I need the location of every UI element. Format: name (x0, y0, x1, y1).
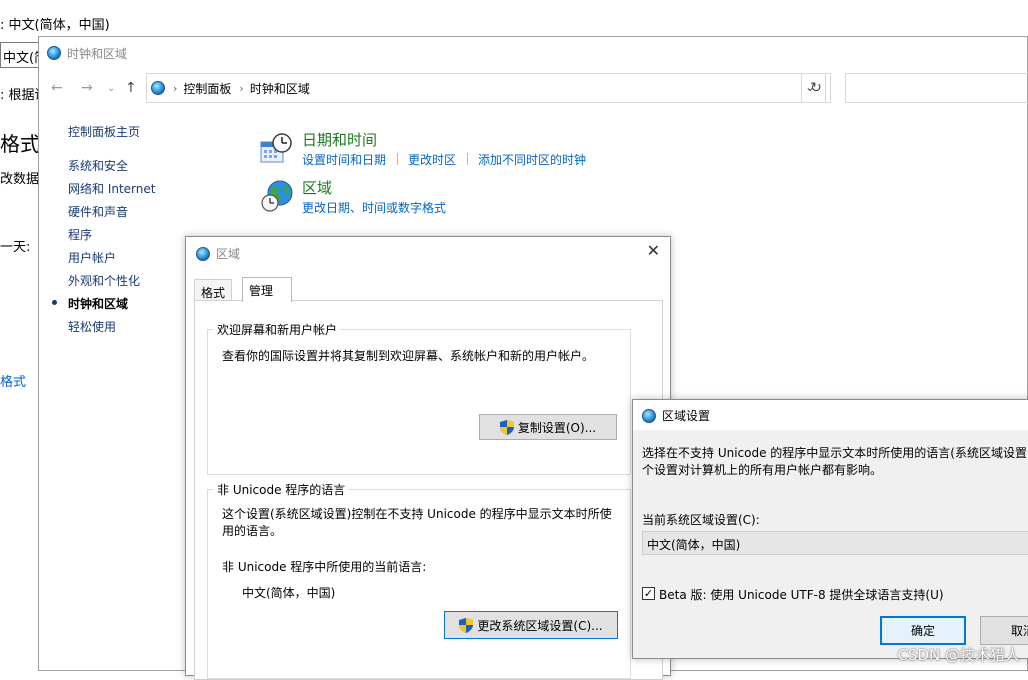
sidebar-item-ease-of-access[interactable]: 轻松使用 (68, 318, 116, 335)
description-line1: 选择在不支持 Unicode 的程序中显示文本时所使用的语言(系统区域设置) (642, 446, 1028, 460)
bg-text-line-3: 一天: (0, 240, 31, 255)
sidebar-item-hardware[interactable]: 硬件和声音 (68, 203, 128, 220)
sidebar-item-network[interactable]: 网络和 Internet (68, 180, 155, 197)
sidebar-item-label: 时钟和区域 (68, 297, 129, 311)
sidebar-item-user-accounts[interactable]: 用户帐户 (68, 249, 116, 266)
ok-button[interactable]: 确定 (880, 616, 966, 645)
tab-administrative[interactable]: 管理 (242, 277, 292, 302)
recent-dropdown-icon[interactable]: ⌄ (107, 83, 115, 94)
active-bullet-icon (52, 300, 57, 305)
copy-settings-button[interactable]: 复制设置(O)... (479, 414, 617, 440)
region-dialog-title: 区域 (216, 247, 241, 261)
bg-format-link[interactable]: 格式 (0, 371, 26, 390)
uac-shield-icon (499, 419, 514, 435)
add-clocks-link[interactable]: 添加不同时区的时钟 (478, 151, 586, 168)
change-system-locale-button[interactable]: 更改系统区域设置(C)... (444, 611, 618, 639)
change-timezone-link[interactable]: 更改时区 (408, 151, 456, 168)
region-settings-title-bar: 区域设置 (633, 400, 1028, 430)
breadcrumb-clock-region[interactable]: 时钟和区域 (250, 80, 310, 97)
sidebar-item-clock-region[interactable]: 时钟和区域 (52, 295, 129, 312)
tab-formats[interactable]: 格式 (194, 279, 233, 301)
copy-settings-label: 复制设置(O)... (517, 420, 597, 435)
region-globe-icon (642, 408, 656, 423)
region-settings-description: 选择在不支持 Unicode 的程序中显示文本时所使用的语言(系统区域设置) 个… (642, 445, 1028, 479)
watermark: CSDN @技术猎人 (897, 646, 1020, 664)
forward-arrow-icon[interactable]: → (81, 80, 93, 96)
welcome-screen-group: 欢迎屏幕和新用户帐户 查看你的国际设置并将其复制到欢迎屏幕、系统帐户和新的用户帐… (207, 321, 631, 475)
description-line2: 个设置对计算机上的所有用户帐户都有影响。 (642, 463, 883, 477)
back-arrow-icon[interactable]: ← (51, 80, 63, 96)
welcome-group-description: 查看你的国际设置并将其复制到欢迎屏幕、系统帐户和新的用户帐户。 (222, 349, 595, 363)
region-settings-dialog: 区域设置 选择在不支持 Unicode 的程序中显示文本时所使用的语言(系统区域… (632, 399, 1028, 659)
sidebar-item-programs[interactable]: 程序 (68, 226, 92, 243)
region-title[interactable]: 区域 (302, 177, 332, 198)
system-locale-value: 中文(简体，中国) (647, 538, 741, 552)
address-bar[interactable]: › 控制面板 › 时钟和区域 ⌄ (146, 73, 826, 103)
non-unicode-group-label: 非 Unicode 程序的语言 (214, 481, 349, 498)
calendar-clock-icon[interactable] (260, 133, 292, 165)
region-globe-icon[interactable] (260, 179, 294, 213)
region-globe-icon (196, 246, 210, 261)
region-settings-title: 区域设置 (662, 409, 711, 423)
sidebar-home-link[interactable]: 控制面板主页 (68, 123, 140, 140)
window-title: 时钟和区域 (67, 46, 128, 61)
clock-region-icon (47, 46, 61, 60)
breadcrumb-separator-icon[interactable]: › (173, 82, 177, 95)
uac-shield-icon (459, 617, 474, 633)
system-locale-select[interactable]: 中文(简体，中国) (642, 531, 1028, 555)
link-divider (397, 153, 398, 165)
utf8-beta-checkbox[interactable]: ✓ (642, 587, 655, 600)
administrative-panel: 欢迎屏幕和新用户帐户 查看你的国际设置并将其复制到欢迎屏幕、系统帐户和新的用户帐… (194, 300, 663, 680)
breadcrumb-control-panel[interactable]: 控制面板 (183, 80, 231, 97)
search-input[interactable] (845, 73, 1028, 103)
breadcrumb-separator-icon[interactable]: › (239, 82, 243, 95)
change-system-locale-label: 更改系统区域设置(C)... (477, 618, 603, 633)
region-settings-title-group: 区域设置 (642, 407, 710, 424)
up-arrow-icon[interactable]: ↑ (125, 80, 137, 96)
current-locale-label: 当前系统区域设置(C): (642, 513, 760, 527)
non-unicode-description-line1: 这个设置(系统区域设置)控制在不支持 Unicode 的程序中显示文本时所使 (222, 507, 612, 521)
close-icon[interactable]: ✕ (647, 241, 660, 260)
sidebar-item-appearance[interactable]: 外观和个性化 (68, 272, 140, 289)
cancel-button[interactable]: 取消 (980, 616, 1028, 645)
bg-locale-text: : 中文(简体，中国) (0, 18, 110, 33)
set-date-time-link[interactable]: 设置时间和日期 (302, 151, 386, 168)
link-divider (467, 153, 468, 165)
navigation-bar: ← → ⌄ ↑ › 控制面板 › 时钟和区域 ⌄ ↻ (39, 73, 1028, 103)
current-language-label: 非 Unicode 程序中所使用的当前语言: (222, 560, 427, 574)
utf8-beta-label[interactable]: Beta 版: 使用 Unicode UTF-8 提供全球语言支持(U) (659, 586, 944, 603)
sidebar-item-security[interactable]: 系统和安全 (68, 157, 128, 174)
region-dialog: 区域 ✕ 格式 管理 欢迎屏幕和新用户帐户 查看你的国际设置并将其复制到欢迎屏幕… (185, 236, 671, 680)
window-title-bar: 时钟和区域 (47, 43, 127, 63)
welcome-group-label: 欢迎屏幕和新用户帐户 (214, 321, 341, 338)
refresh-icon[interactable]: ↻ (801, 73, 831, 103)
change-formats-link[interactable]: 更改日期、时间或数字格式 (302, 199, 446, 216)
current-language-value: 中文(简体，中国) (242, 586, 336, 600)
non-unicode-group: 非 Unicode 程序的语言 这个设置(系统区域设置)控制在不支持 Unico… (207, 481, 631, 679)
region-dialog-title-bar: 区域 (196, 245, 240, 262)
control-panel-icon (151, 81, 165, 95)
non-unicode-description-line2: 用的语言。 (222, 524, 283, 538)
date-time-title[interactable]: 日期和时间 (302, 129, 377, 150)
